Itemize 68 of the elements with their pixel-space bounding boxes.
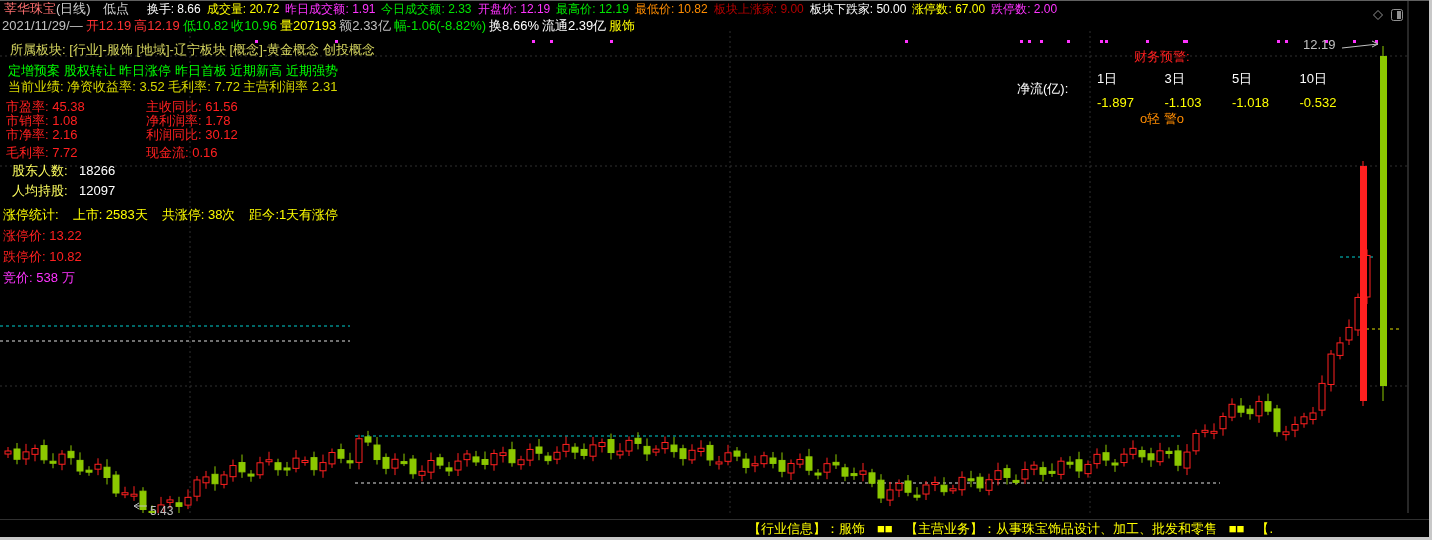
warning-text: o轻 警o xyxy=(1140,111,1185,127)
ratio-text: 利润同比: 30.12 xyxy=(146,127,239,141)
day-header: 5日 xyxy=(1232,71,1254,87)
price-text: 涨停价: 13.22 xyxy=(2,228,83,244)
ratio-text: 市销率: 1.08 xyxy=(6,113,79,127)
holder-label: 人均持股: xyxy=(12,183,69,200)
performance-text: 当前业绩: 净资收益率: 3.52 毛利率: 7.72 主营利润率 2.31 xyxy=(7,79,339,95)
header-stat: 板块上涨家: 9.00 xyxy=(713,0,804,17)
quote-text: 高12.19 xyxy=(134,18,180,34)
limit-stat: 共涨停: 38次 xyxy=(161,207,236,223)
arrow-icon xyxy=(133,502,148,510)
ticker-text: 【主营业务】：从事珠宝饰品设计、加工、批发和零售 xyxy=(904,520,1217,537)
quote-text: 收10.96 xyxy=(231,18,277,34)
day-header: 1日 xyxy=(1097,71,1119,87)
day-header: 3日 xyxy=(1164,71,1186,87)
limit-stat: 上市: 2583天 xyxy=(72,207,148,223)
price-text: 跌停价: 10.82 xyxy=(2,249,83,265)
net-flow-value: -1.103 xyxy=(1164,95,1203,111)
header-stat: 今日成交额: 2.33 xyxy=(381,0,472,17)
header-stat: 成交量: 20.72 xyxy=(206,0,280,17)
mode-label[interactable]: 低点 xyxy=(102,0,129,17)
finance-warning-title: 财务预警: xyxy=(1134,49,1190,65)
quote-text: 额2.33亿 xyxy=(339,18,391,34)
header-stat: 涨停数: 67.00 xyxy=(912,0,986,17)
holder-label: 股东人数: xyxy=(12,163,69,180)
arrow-icon xyxy=(1341,40,1379,49)
quote-text: 幅-1.06(-8.82%) xyxy=(393,18,487,34)
holder-value: 18266 xyxy=(79,163,116,180)
quote-text: 服饰 xyxy=(609,18,636,34)
ratio-text: 现金流: 0.16 xyxy=(146,145,219,160)
header-stat: 开盘价: 12.19 xyxy=(477,0,551,17)
sector-text: 所属板块: [行业]-服饰 [地域]-辽宁板块 [概念]-黄金概念 创投概念 xyxy=(9,42,376,58)
header-stat: 板块下跌家: 50.00 xyxy=(809,0,907,17)
limit-stat: 距今:1天有涨停 xyxy=(249,207,339,223)
ratio-text: 毛利率: 7.72 xyxy=(6,145,79,160)
net-flow-value: -1.897 xyxy=(1097,95,1135,111)
net-flow-value: -1.018 xyxy=(1232,95,1270,111)
ticker-text: 【行业信息】：服饰 xyxy=(748,520,865,537)
holder-value: 12097 xyxy=(79,183,116,200)
price-label: 5.43 xyxy=(150,504,174,518)
quote-text: 低10.82 xyxy=(182,18,229,34)
header-stat: 昨日成交额: 1.91 xyxy=(285,0,376,17)
header-stat: 最低价: 10.82 xyxy=(634,0,708,17)
panel-toggle-icon[interactable] xyxy=(1391,9,1403,21)
price-text: 竞价: 538 万 xyxy=(2,270,76,286)
limit-stat: 涨停统计: xyxy=(3,207,59,223)
ticker-text: ■■ xyxy=(1228,520,1245,537)
net-flow-value: -0.532 xyxy=(1299,95,1338,111)
ticker-text: ■■ xyxy=(877,520,893,537)
ratio-text: 市盈率: 45.38 xyxy=(6,99,86,113)
quote-text: 换8.66% xyxy=(489,18,539,34)
header-stat: 换手: 8.66 xyxy=(146,0,201,17)
price-label: 12.19 xyxy=(1303,37,1336,53)
ticker-text: 【. xyxy=(1256,520,1274,537)
header-stat: 最高价: 12.19 xyxy=(556,0,629,17)
day-header: 10日 xyxy=(1299,71,1328,87)
quote-text: 开12.19 xyxy=(85,18,132,34)
header-stat: 跌停数: 2.00 xyxy=(991,0,1058,17)
price-level-line xyxy=(1339,256,1376,258)
net-flow-label: 净流(亿): xyxy=(1016,81,1069,96)
tag-text: 定增预案 股权转让 昨日涨停 昨日首板 近期新高 近期强势 xyxy=(7,63,340,79)
quote-text: 流通2.39亿 xyxy=(541,18,607,34)
quote-text: 量207193 xyxy=(279,18,337,34)
ratio-text: 净利润率: 1.78 xyxy=(146,113,232,127)
ratio-text: 市净率: 2.16 xyxy=(6,127,79,141)
stock-name: 莘华珠宝(日线) xyxy=(4,0,91,17)
ratio-text: 主收同比: 61.56 xyxy=(146,99,239,113)
quote-text: 2021/11/29/— xyxy=(2,18,83,34)
